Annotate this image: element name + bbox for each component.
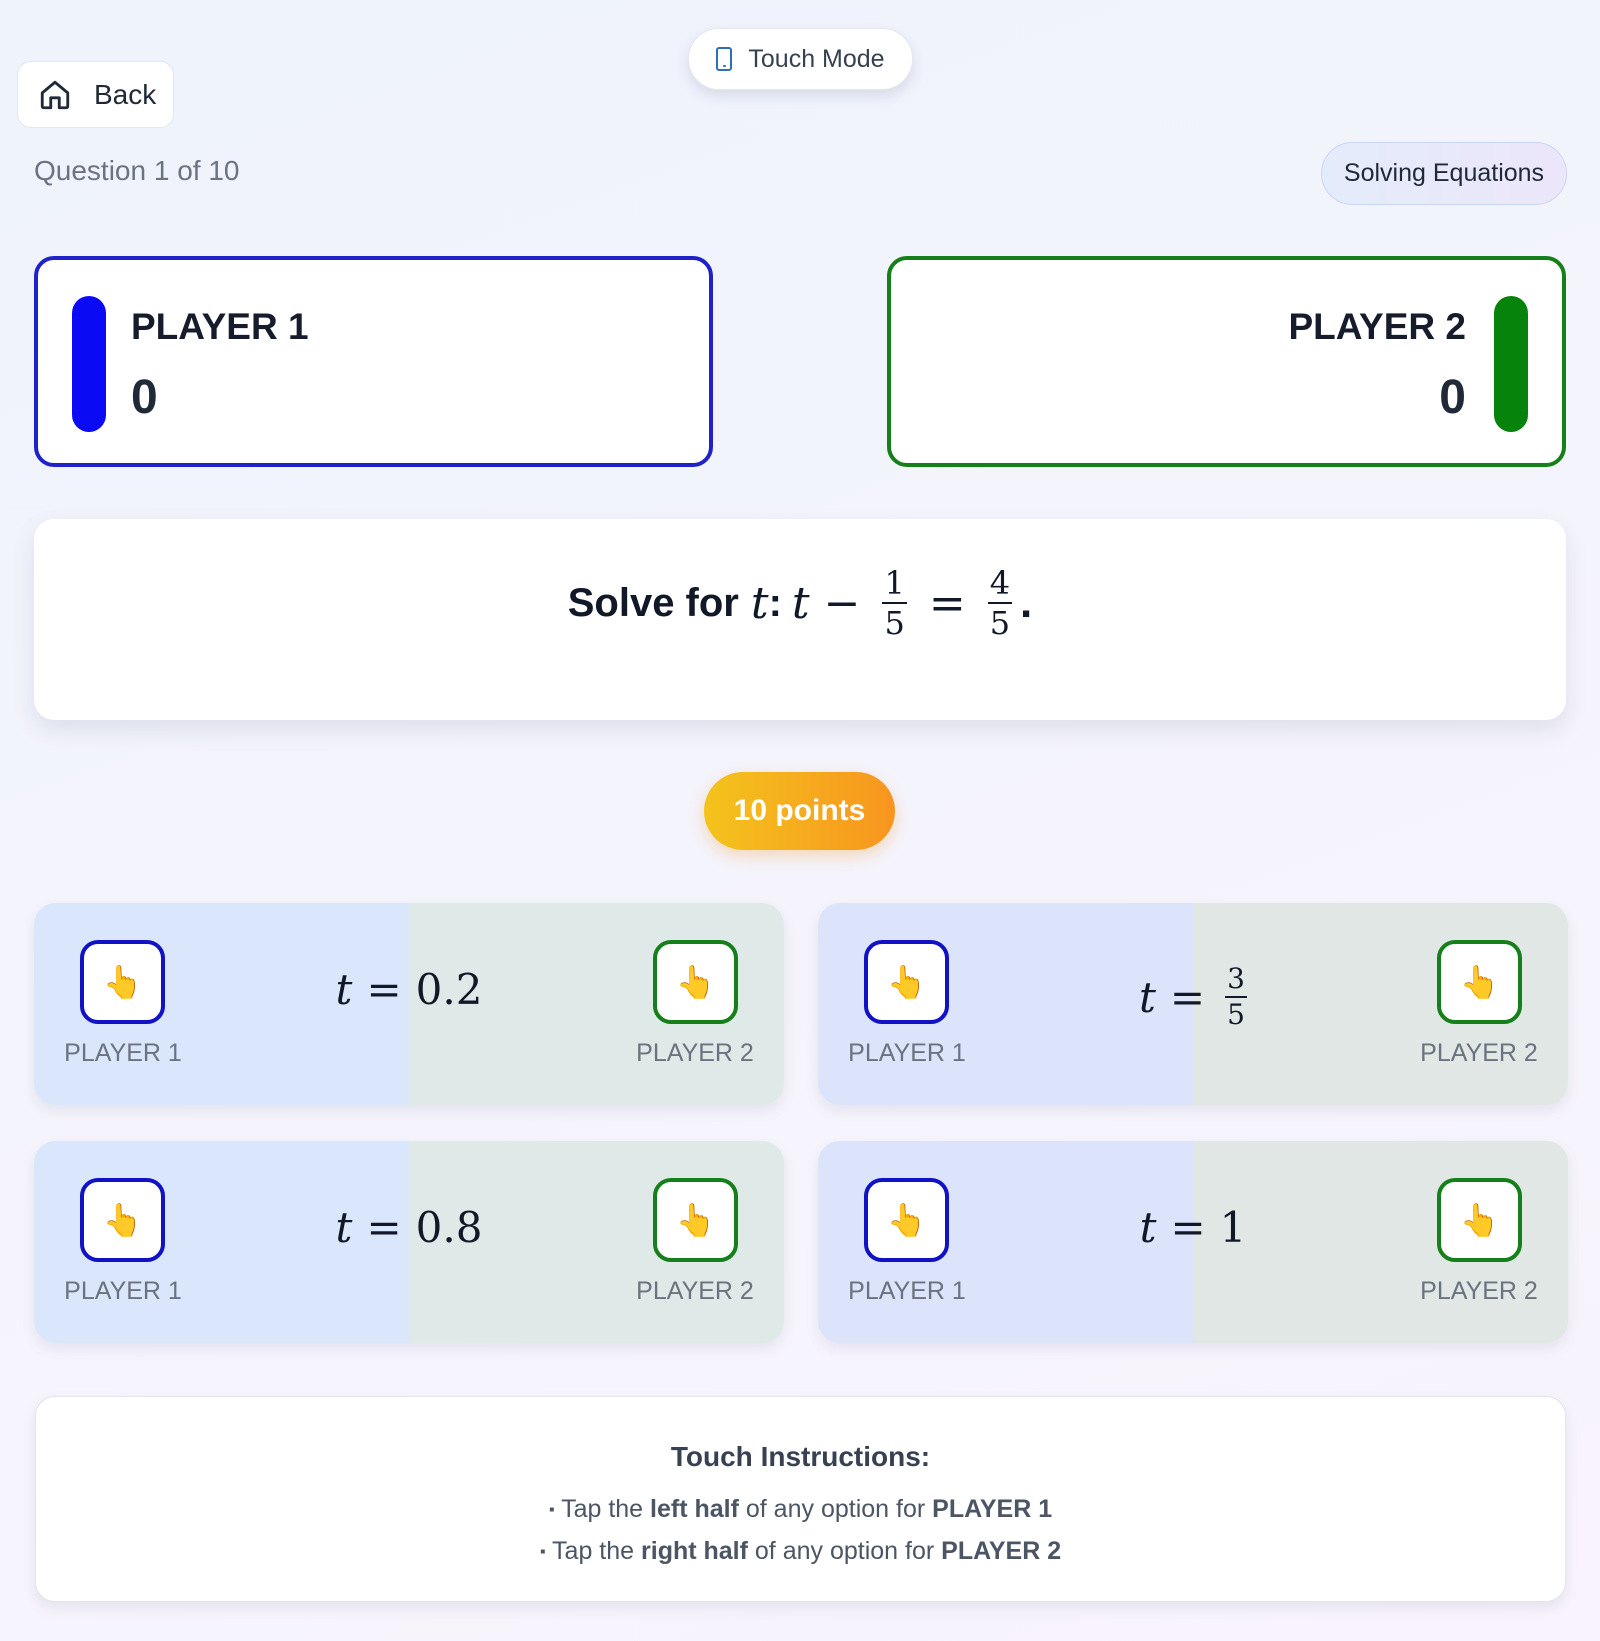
tap-hand-icon[interactable]: 👆 [653,940,738,1024]
tap-hand-icon[interactable]: 👆 [653,1178,738,1262]
player-1-tap-label: PLAYER 1 [64,1039,182,1067]
option-fraction: 3 5 [1225,965,1247,1029]
equation-lhs-var: t [791,577,810,629]
instruction-text: of any option for [745,1495,926,1523]
question-card: Solve for t : t − 1 5 = 4 5 . [34,519,1566,720]
equation-minus: − [823,577,861,629]
option-fraction-numerator: 3 [1225,965,1247,998]
option-equals: = [366,965,402,1014]
question-variable: t [750,577,769,629]
fraction-1-numerator: 1 [882,564,907,604]
question-equation: t − 1 5 = 4 5 . [792,567,1032,639]
equation-fraction-2: 4 5 [987,564,1013,642]
instruction-player: PLAYER 1 [932,1495,1053,1523]
option-var: t [335,965,353,1014]
equation-period: . [1020,578,1033,627]
player-2-card: PLAYER 2 0 [887,256,1566,467]
instruction-text: Tap the [552,1537,635,1565]
player-1-tap-label: PLAYER 1 [848,1277,966,1305]
back-button[interactable]: Back [17,61,174,128]
option-var: t [1139,972,1156,1022]
question-lead: Solve for [567,580,739,625]
option-number: 0.8 [415,1203,483,1252]
option-equals: = [366,1203,402,1252]
touch-mode-label: Touch Mode [748,44,885,73]
player-1-name: PLAYER 1 [131,306,309,347]
fraction-1-denominator: 5 [884,604,905,642]
points-badge: 10 points [704,772,895,850]
option-var: t [1139,1203,1157,1252]
player-2-score: 0 [1439,371,1466,424]
player-1-card: PLAYER 1 0 [34,256,713,467]
instructions-title: Touch Instructions: [670,1441,931,1472]
player-2-tap-label: PLAYER 2 [636,1039,754,1067]
player-2-name: PLAYER 2 [1288,306,1466,347]
player-2-tap-label: PLAYER 2 [636,1277,754,1305]
question-colon: : [768,580,782,625]
instruction-line-player-1: ▪ Tap the left half of any option for PL… [36,1495,1565,1524]
option-equals: = [1169,972,1206,1022]
fraction-2-denominator: 5 [989,604,1011,642]
question-counter: Question 1 of 10 [34,155,240,186]
instruction-emphasis: right half [641,1537,748,1565]
answer-option-2[interactable]: 👆 PLAYER 1 t = 3 5 👆 PLAYER 2 [818,903,1568,1105]
instruction-text: Tap the [561,1495,644,1523]
fraction-2-numerator: 4 [987,564,1013,604]
answer-option-1[interactable]: 👆 PLAYER 1 t = 0.2 👆 PLAYER 2 [34,903,784,1105]
back-label: Back [94,78,157,110]
equation-equals: = [928,577,966,629]
instruction-text: of any option for [754,1537,935,1565]
player-1-tap-label: PLAYER 1 [64,1277,182,1305]
option-equals: = [1170,1203,1206,1252]
home-icon [40,80,70,109]
player-2-tap-label: PLAYER 2 [1420,1277,1538,1305]
instruction-line-player-2: ▪ Tap the right half of any option for P… [36,1537,1565,1566]
touch-instructions-panel: Touch Instructions: ▪ Tap the left half … [35,1396,1566,1602]
player-1-color-bar [72,296,106,432]
instruction-emphasis: left half [650,1495,739,1523]
tablet-icon [716,47,733,71]
player-2-tap-label: PLAYER 2 [1420,1039,1538,1067]
equation-fraction-1: 1 5 [882,564,907,642]
question-text: Solve for t : t − 1 5 = 4 5 . [34,567,1566,639]
touch-mode-button[interactable]: Touch Mode [688,28,913,90]
bullet-icon: ▪ [539,1543,546,1561]
answer-option-4[interactable]: 👆 PLAYER 1 t = 1 👆 PLAYER 2 [818,1141,1568,1343]
player-2-color-bar [1494,296,1528,432]
option-fraction-denominator: 5 [1227,998,1245,1031]
option-number: 1 [1219,1203,1247,1252]
bullet-icon: ▪ [548,1501,555,1519]
topic-badge: Solving Equations [1321,142,1567,205]
tap-hand-icon[interactable]: 👆 [1437,940,1522,1024]
option-var: t [335,1203,353,1252]
player-1-score: 0 [131,371,158,424]
player-1-tap-label: PLAYER 1 [848,1039,966,1067]
instruction-player: PLAYER 2 [941,1537,1062,1565]
option-number: 0.2 [415,965,483,1014]
answer-option-3[interactable]: 👆 PLAYER 1 t = 0.8 👆 PLAYER 2 [34,1141,784,1343]
tap-hand-icon[interactable]: 👆 [1437,1178,1522,1262]
